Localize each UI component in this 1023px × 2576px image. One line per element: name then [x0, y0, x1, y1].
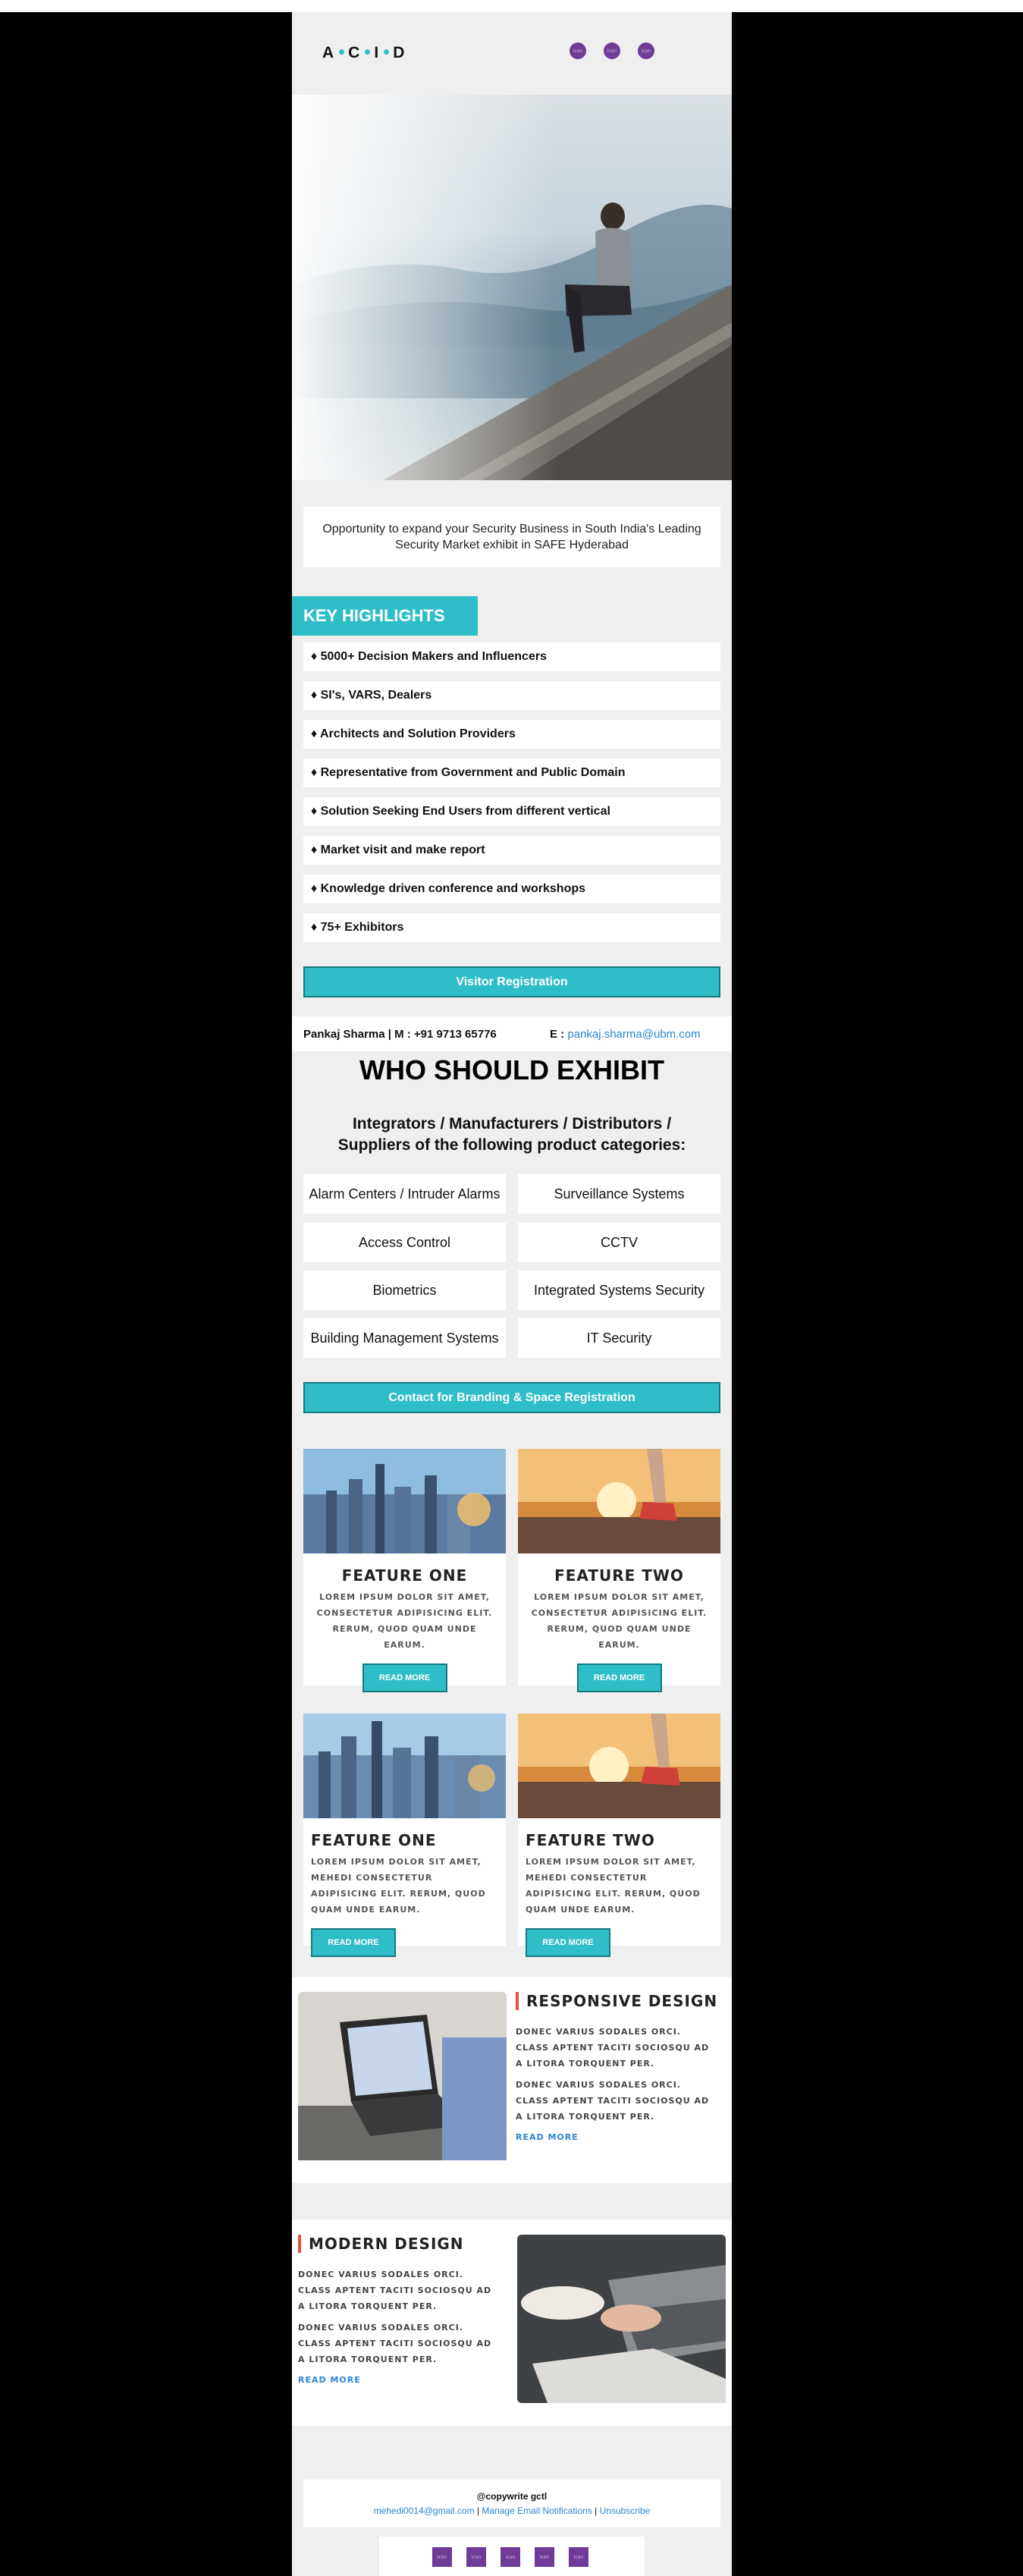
- top-strip: [0, 0, 1023, 12]
- contact-email: E : pankaj.sharma@ubm.com: [550, 1028, 701, 1041]
- laptop-image: [298, 1992, 507, 2160]
- social-icon[interactable]: icon: [535, 2547, 554, 2567]
- feature-text: LOREM IPSUM DOLOR SIT AMET, MEHEDI CONSE…: [311, 1857, 486, 1915]
- social-icon[interactable]: icon: [466, 2547, 486, 2567]
- highlight-item: ♦ SI's, VARS, Dealers: [303, 681, 720, 710]
- intro-text: Opportunity to expand your Security Busi…: [303, 507, 720, 567]
- social-icon[interactable]: icon: [432, 2547, 452, 2567]
- highlight-item: ♦ Solution Seeking End Users from differ…: [303, 797, 720, 826]
- footer-separator: |: [592, 2505, 600, 2516]
- footer-email-link[interactable]: mehedi0014@gmail.com: [374, 2505, 475, 2516]
- category-item: Building Management Systems: [303, 1318, 506, 1358]
- highlight-item: ♦ Knowledge driven conference and worksh…: [303, 875, 720, 903]
- category-item: Access Control: [303, 1223, 506, 1262]
- feature-card: FEATURE ONE LOREM IPSUM DOLOR SIT AMET, …: [303, 1449, 506, 1692]
- highlight-item: ♦ Market visit and make report: [303, 836, 720, 865]
- social-icon[interactable]: icon: [501, 2547, 520, 2567]
- highlight-item: ♦ Representative from Government and Pub…: [303, 759, 720, 787]
- hero-image: [292, 95, 732, 480]
- category-item: Biometrics: [303, 1271, 506, 1310]
- social-icon[interactable]: icon: [569, 2547, 588, 2567]
- social-icon[interactable]: icon: [638, 42, 654, 59]
- runner-image: [518, 1449, 720, 1553]
- copyright: @copywrite gctl: [476, 2491, 548, 2502]
- read-more-button[interactable]: READ MORE: [526, 1928, 610, 1957]
- read-more-button[interactable]: READ MORE: [576, 1663, 662, 1692]
- city-image: [303, 1449, 506, 1553]
- modern-design-section: MODERN DESIGN DONEC VARIUS SODALES ORCI.…: [292, 2219, 732, 2426]
- read-more-link[interactable]: READ MORE: [298, 2375, 361, 2385]
- section-text: DONEC VARIUS SODALES ORCI. CLASS APTENT …: [298, 2323, 492, 2364]
- unsubscribe-link[interactable]: Unsubscribe: [600, 2505, 651, 2516]
- footer-social-bar: icon icon icon icon icon: [379, 2537, 645, 2576]
- email-link[interactable]: pankaj.sharma@ubm.com: [567, 1028, 700, 1041]
- email-column: ACID icon icon icon Opportunity to expan…: [292, 12, 732, 2576]
- feature-title: FEATURE ONE: [341, 1566, 468, 1585]
- feature-text: LOREM IPSUM DOLOR SIT AMET, CONSECTETUR …: [316, 1592, 493, 1650]
- highlight-item: ♦ 75+ Exhibitors: [303, 913, 720, 942]
- contact-bar: Pankaj Sharma | M : +91 9713 65776 E : p…: [292, 1016, 732, 1051]
- logo[interactable]: ACID: [322, 44, 406, 62]
- runner-image: [518, 1714, 720, 1818]
- footer: @copywrite gctl mehedi0014@gmail.com | M…: [303, 2480, 720, 2527]
- header: ACID icon icon icon: [292, 12, 732, 95]
- contact-name: Pankaj Sharma | M : +91 9713 65776: [303, 1028, 497, 1041]
- section-text: DONEC VARIUS SODALES ORCI. CLASS APTENT …: [516, 2027, 710, 2069]
- feature-card: FEATURE TWO LOREM IPSUM DOLOR SIT AMET, …: [518, 1449, 720, 1692]
- exhibit-subtitle: Integrators / Manufacturers / Distributo…: [337, 1115, 686, 1154]
- feature-text: LOREM IPSUM DOLOR SIT AMET, CONSECTETUR …: [531, 1592, 708, 1650]
- manage-notifications-link[interactable]: Manage Email Notifications: [482, 2505, 592, 2516]
- feature-title: FEATURE TWO: [554, 1566, 684, 1585]
- feature-text: LOREM IPSUM DOLOR SIT AMET, MEHEDI CONSE…: [526, 1857, 701, 1915]
- read-more-link[interactable]: READ MORE: [516, 2132, 579, 2142]
- highlight-item: ♦ Architects and Solution Providers: [303, 720, 720, 749]
- footer-separator: |: [474, 2505, 482, 2516]
- section-title: RESPONSIVE DESIGN: [516, 1992, 717, 2010]
- read-more-button[interactable]: READ MORE: [362, 1663, 447, 1692]
- section-text: DONEC VARIUS SODALES ORCI. CLASS APTENT …: [516, 2080, 710, 2122]
- read-more-button[interactable]: READ MORE: [311, 1928, 396, 1957]
- section-text: DONEC VARIUS SODALES ORCI. CLASS APTENT …: [298, 2270, 492, 2311]
- email-label: E :: [550, 1028, 565, 1041]
- category-item: CCTV: [518, 1223, 720, 1262]
- feature-card: FEATURE ONE LOREM IPSUM DOLOR SIT AMET, …: [303, 1714, 506, 1957]
- feature-card: FEATURE TWO LOREM IPSUM DOLOR SIT AMET, …: [518, 1714, 720, 1957]
- category-item: Surveillance Systems: [518, 1174, 720, 1214]
- section-title: MODERN DESIGN: [298, 2235, 464, 2253]
- category-item: Alarm Centers / Intruder Alarms: [303, 1174, 506, 1214]
- city-image: [303, 1714, 506, 1818]
- highlight-item: ♦ 5000+ Decision Makers and Influencers: [303, 642, 720, 671]
- feature-title: FEATURE ONE: [311, 1831, 437, 1849]
- typing-image: [517, 2235, 726, 2403]
- category-item: IT Security: [518, 1318, 720, 1358]
- exhibit-title: WHO SHOULD EXHIBIT: [359, 1054, 664, 1085]
- social-icon[interactable]: icon: [570, 42, 586, 59]
- responsive-design-section: RESPONSIVE DESIGN DONEC VARIUS SODALES O…: [292, 1977, 732, 2183]
- visitor-registration-button[interactable]: Visitor Registration: [303, 966, 720, 997]
- branding-registration-button[interactable]: Contact for Branding & Space Registratio…: [303, 1382, 720, 1413]
- key-highlights-title: KEY HIGHLIGHTS: [292, 596, 478, 636]
- footer-links: mehedi0014@gmail.com | Manage Email Noti…: [303, 2502, 720, 2516]
- social-icon[interactable]: icon: [604, 42, 620, 59]
- category-item: Integrated Systems Security: [518, 1271, 720, 1310]
- feature-title: FEATURE TWO: [526, 1831, 655, 1849]
